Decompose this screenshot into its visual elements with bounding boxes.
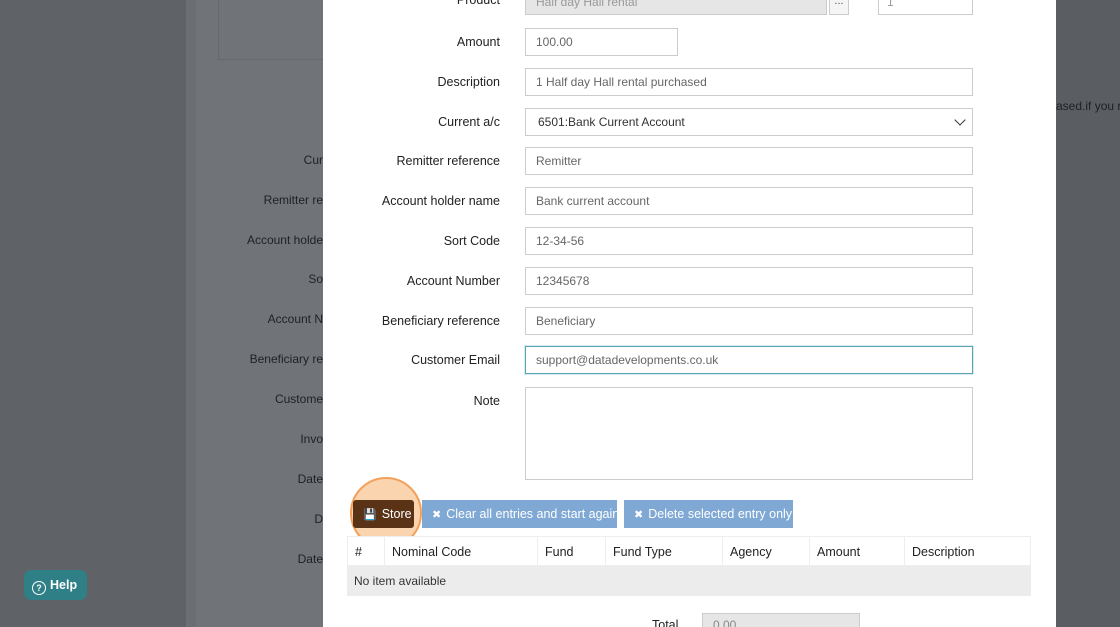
bg-label: Date (297, 472, 323, 486)
column-header-index[interactable]: # (348, 537, 385, 567)
table-empty-row: No item available (347, 566, 1031, 596)
bg-label: Custome (274, 392, 323, 406)
amount-row: Amount 100.00 (323, 28, 1056, 56)
sort-code-field[interactable]: 12-34-56 (525, 227, 973, 255)
save-icon: 💾 (363, 509, 377, 521)
chevron-down-icon (954, 114, 966, 126)
account-number-label: Account Number (406, 274, 500, 288)
bg-label: Remitter re (263, 193, 323, 207)
product-row: Product Half day Hall rental ... 1 (323, 0, 1056, 18)
customer-email-label: Customer Email (411, 353, 500, 367)
note-row: Note (323, 387, 1056, 480)
entries-table: # Nominal Code Fund Fund Type Agency Amo… (347, 536, 1031, 596)
note-label: Note (473, 394, 500, 408)
sort-code-row: Sort Code 12-34-56 (323, 227, 1056, 255)
remitter-reference-field[interactable]: Remitter (525, 147, 973, 175)
help-icon: ? (32, 581, 46, 595)
total-field: 0.00 (702, 613, 860, 627)
bg-label: Beneficiary re (249, 352, 323, 366)
column-header-fund-type[interactable]: Fund Type (606, 537, 723, 567)
product-lookup-button[interactable]: ... (829, 0, 849, 15)
beneficiary-reference-field[interactable]: Beneficiary (525, 307, 973, 335)
account-number-row: Account Number 12345678 (323, 267, 1056, 295)
column-header-description[interactable]: Description (905, 537, 1032, 567)
background-left-panel (0, 0, 186, 627)
bg-label: Account holde (246, 233, 323, 247)
product-label: Product (456, 0, 500, 7)
description-label: Description (437, 75, 500, 89)
bg-label: D (314, 512, 323, 526)
account-holder-name-field[interactable]: Bank current account (525, 187, 973, 215)
store-button[interactable]: 💾 Store (353, 500, 414, 528)
background-right (1056, 0, 1120, 627)
clear-all-button[interactable]: ✖ Clear all entries and start again (422, 500, 620, 528)
product-field[interactable]: Half day Hall rental (525, 0, 827, 15)
store-button-label: Store (381, 507, 412, 521)
bg-label: Date (297, 552, 323, 566)
quantity-field[interactable]: 1 (878, 0, 973, 15)
background-right-text: ased.if you r (1056, 99, 1120, 113)
close-icon: ✖ (432, 509, 442, 521)
delete-selected-button[interactable]: ✖ Delete selected entry only (624, 500, 793, 528)
customer-email-row: Customer Email support@datadevelopments.… (323, 346, 1056, 374)
column-header-amount[interactable]: Amount (810, 537, 905, 567)
customer-email-field[interactable]: support@datadevelopments.co.uk (525, 346, 973, 374)
account-number-field[interactable]: 12345678 (525, 267, 973, 295)
close-icon: ✖ (634, 509, 644, 521)
account-holder-name-row: Account holder name Bank current account (323, 187, 1056, 215)
description-field[interactable]: 1 Half day Hall rental purchased (525, 68, 973, 96)
description-row: Description 1 Half day Hall rental purch… (323, 68, 1056, 96)
remitter-reference-label: Remitter reference (396, 154, 500, 168)
beneficiary-reference-label: Beneficiary reference (381, 314, 500, 328)
clear-all-button-label: Clear all entries and start again (446, 507, 620, 521)
column-header-fund[interactable]: Fund (538, 537, 606, 567)
current-ac-row: Current a/c 6501:Bank Current Account (323, 108, 1056, 136)
beneficiary-reference-row: Beneficiary reference Beneficiary (323, 307, 1056, 335)
amount-label: Amount (456, 35, 500, 49)
current-ac-value: 6501:Bank Current Account (538, 115, 685, 129)
remitter-reference-row: Remitter reference Remitter (323, 147, 1056, 175)
total-label: Total (652, 618, 679, 627)
sort-code-label: Sort Code (443, 234, 500, 248)
table-header: # Nominal Code Fund Fund Type Agency Amo… (347, 536, 1032, 567)
bg-label: Account N (267, 312, 323, 326)
column-header-agency[interactable]: Agency (723, 537, 810, 567)
account-holder-name-label: Account holder name (381, 194, 500, 208)
entry-modal: Product Half day Hall rental ... 1 Amoun… (323, 0, 1056, 627)
current-ac-select[interactable]: 6501:Bank Current Account (525, 108, 973, 136)
bg-label: Cur (303, 153, 323, 167)
amount-field[interactable]: 100.00 (525, 28, 678, 56)
bg-label: Invo (300, 432, 323, 446)
current-ac-label: Current a/c (438, 115, 500, 129)
help-button[interactable]: ? Help (24, 570, 87, 600)
note-textarea[interactable] (525, 387, 973, 480)
delete-selected-button-label: Delete selected entry only (648, 507, 793, 521)
help-button-label: Help (50, 578, 78, 592)
bg-label: So (308, 272, 323, 286)
column-header-nominal-code[interactable]: Nominal Code (385, 537, 538, 567)
